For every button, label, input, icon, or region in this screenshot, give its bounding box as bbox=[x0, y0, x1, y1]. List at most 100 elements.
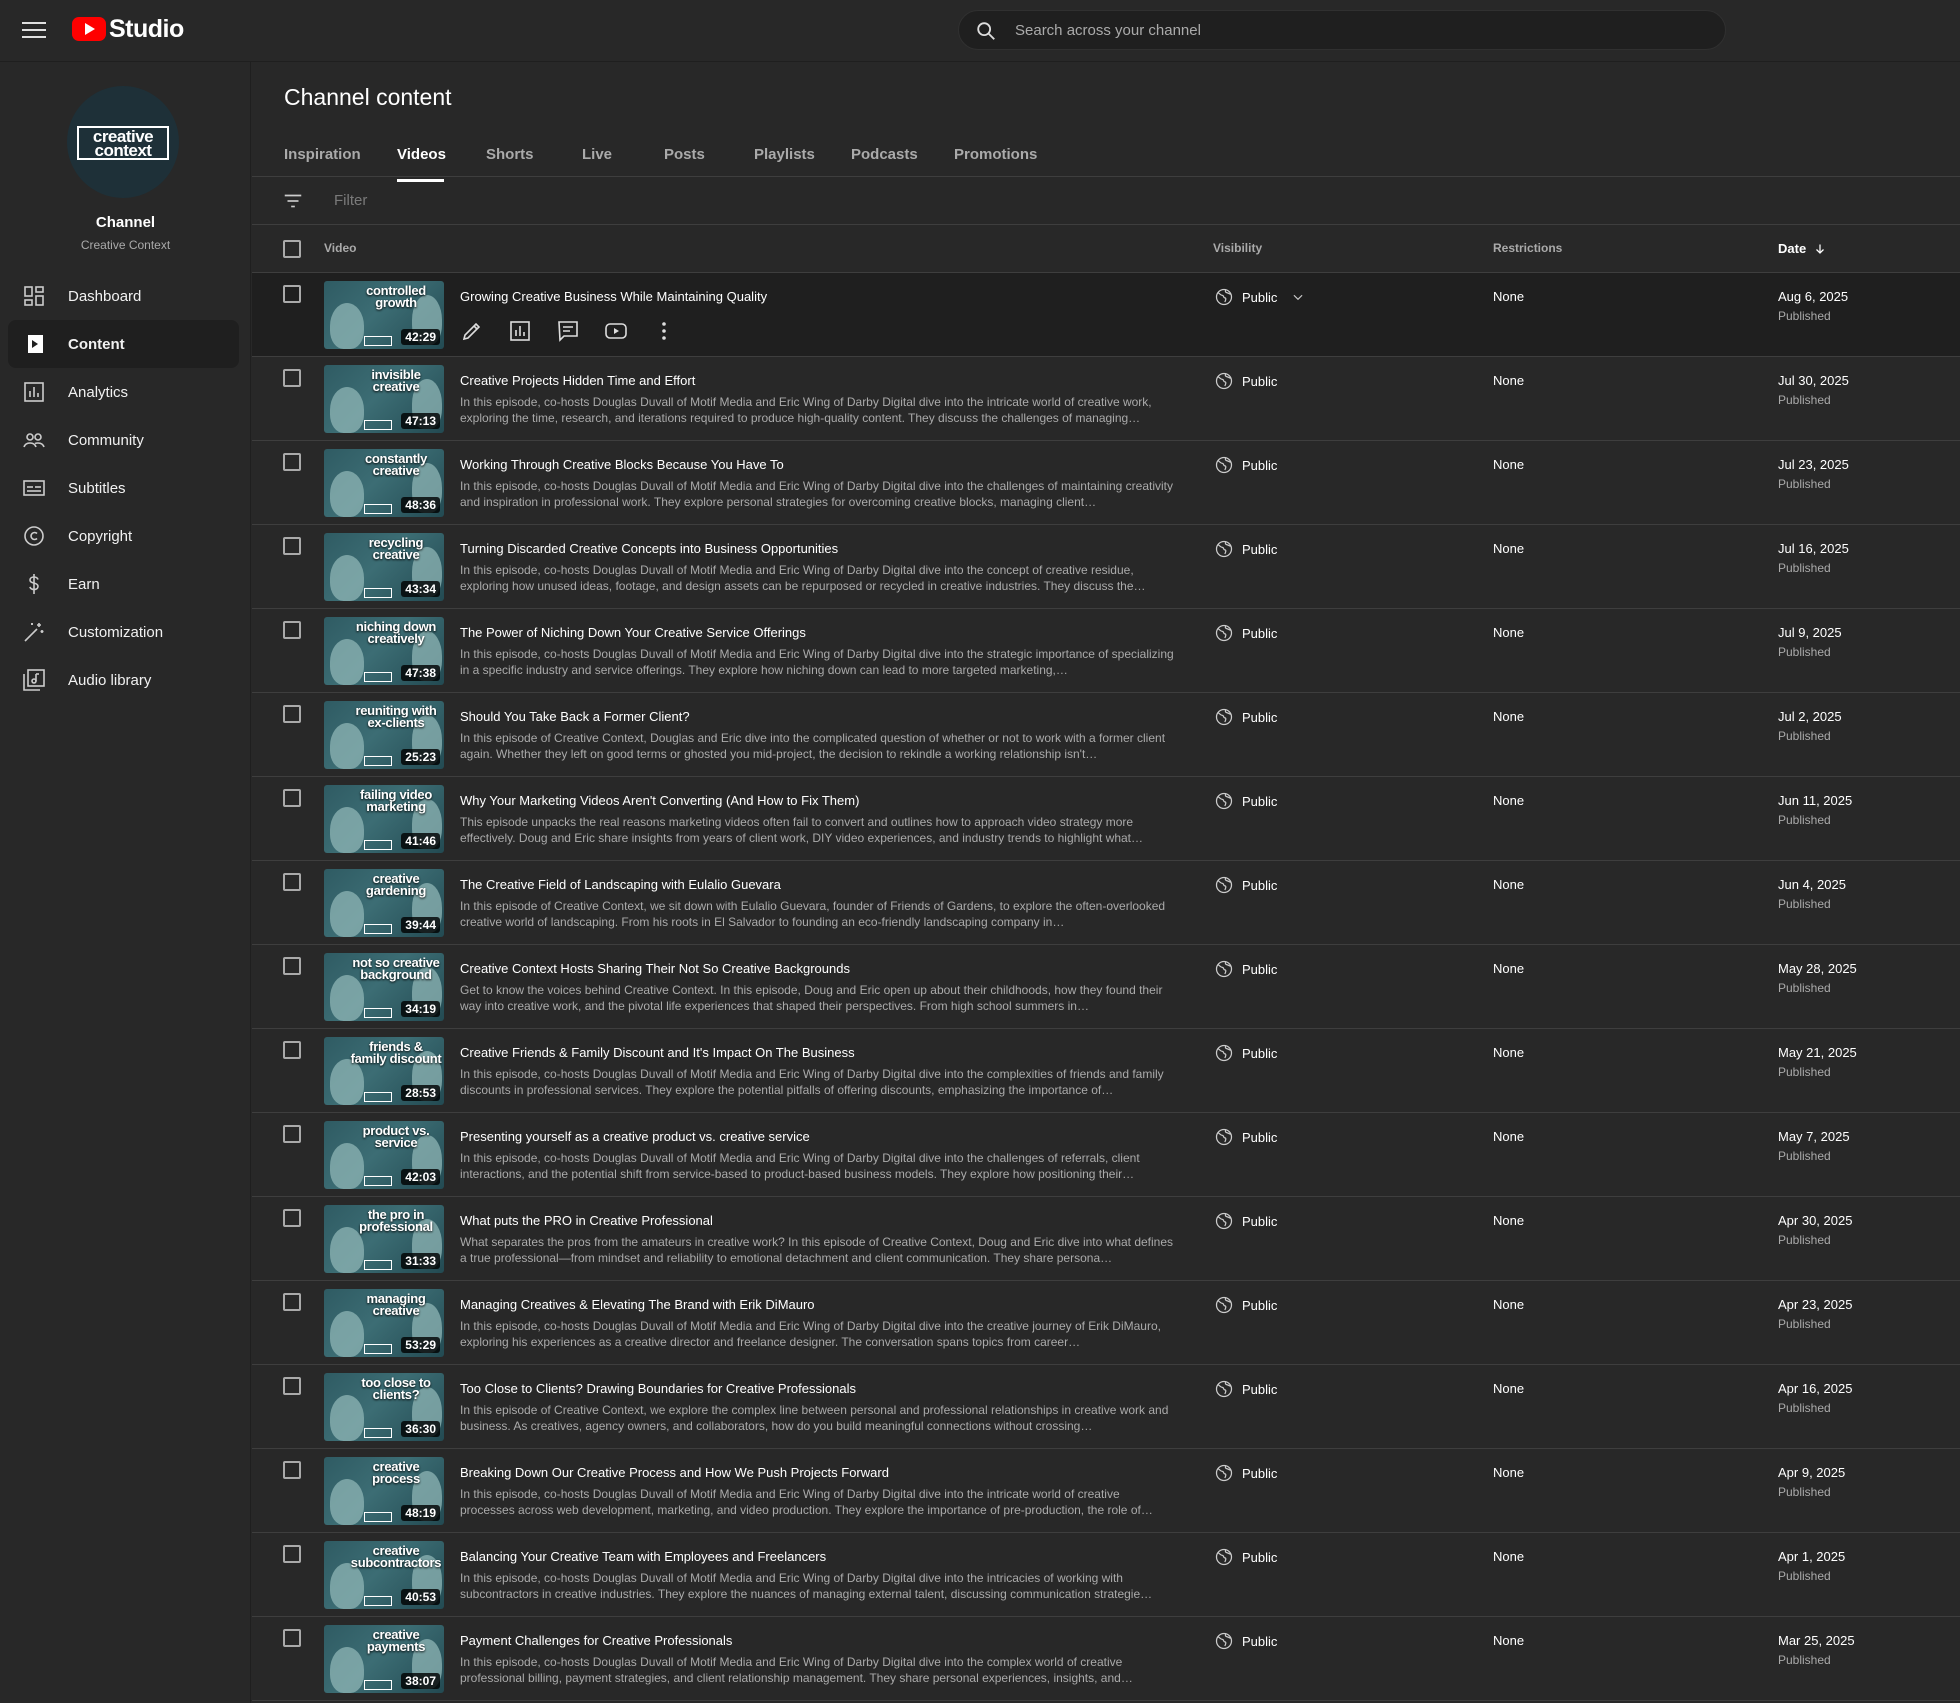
filter-input[interactable] bbox=[334, 177, 934, 223]
video-title[interactable]: The Power of Niching Down Your Creative … bbox=[460, 625, 806, 640]
visibility-cell[interactable]: Public bbox=[1214, 1127, 1277, 1147]
analytics-icon[interactable] bbox=[508, 319, 532, 343]
search-bar[interactable] bbox=[958, 10, 1726, 50]
row-checkbox[interactable] bbox=[283, 1545, 301, 1563]
video-title[interactable]: Breaking Down Our Creative Process and H… bbox=[460, 1465, 889, 1480]
video-thumbnail[interactable]: failing video marketing 41:46 bbox=[324, 785, 444, 853]
visibility-cell[interactable]: Public bbox=[1214, 1547, 1277, 1567]
table-row[interactable]: creative payments 38:07 Payment Challeng… bbox=[252, 1617, 1960, 1701]
sidebar-item-copyright[interactable]: Copyright bbox=[8, 512, 239, 560]
visibility-cell[interactable]: Public bbox=[1214, 959, 1277, 979]
video-title[interactable]: Presenting yourself as a creative produc… bbox=[460, 1129, 810, 1144]
tab-live[interactable]: Live bbox=[582, 138, 664, 178]
sidebar-item-analytics[interactable]: Analytics bbox=[8, 368, 239, 416]
video-thumbnail[interactable]: friends & family discount 28:53 bbox=[324, 1037, 444, 1105]
video-title[interactable]: Creative Friends & Family Discount and I… bbox=[460, 1045, 855, 1060]
column-header-video[interactable]: Video bbox=[324, 241, 356, 255]
table-row[interactable]: constantly creative 48:36 Working Throug… bbox=[252, 441, 1960, 525]
video-thumbnail[interactable]: too close to clients? 36:30 bbox=[324, 1373, 444, 1441]
comments-icon[interactable] bbox=[556, 319, 580, 343]
table-row[interactable]: invisible creative 47:13 Creative Projec… bbox=[252, 357, 1960, 441]
video-thumbnail[interactable]: niching down creatively 47:38 bbox=[324, 617, 444, 685]
tab-podcasts[interactable]: Podcasts bbox=[851, 138, 954, 178]
row-checkbox[interactable] bbox=[283, 285, 301, 303]
row-checkbox[interactable] bbox=[283, 1041, 301, 1059]
table-row[interactable]: controlled growth 42:29 Growing Creative… bbox=[252, 273, 1960, 357]
sidebar-item-content[interactable]: Content bbox=[8, 320, 239, 368]
video-thumbnail[interactable]: not so creative background 34:19 bbox=[324, 953, 444, 1021]
column-header-visibility[interactable]: Visibility bbox=[1213, 241, 1262, 255]
sidebar-item-subtitles[interactable]: Subtitles bbox=[8, 464, 239, 512]
visibility-cell[interactable]: Public bbox=[1214, 707, 1277, 727]
video-thumbnail[interactable]: controlled growth 42:29 bbox=[324, 281, 444, 349]
sidebar-item-earn[interactable]: Earn bbox=[8, 560, 239, 608]
tab-inspiration[interactable]: Inspiration bbox=[284, 138, 397, 178]
visibility-cell[interactable]: Public bbox=[1214, 371, 1277, 391]
video-thumbnail[interactable]: creative payments 38:07 bbox=[324, 1625, 444, 1693]
video-thumbnail[interactable]: invisible creative 47:13 bbox=[324, 365, 444, 433]
video-thumbnail[interactable]: creative process 48:19 bbox=[324, 1457, 444, 1525]
visibility-cell[interactable]: Public bbox=[1214, 875, 1277, 895]
video-title[interactable]: Creative Projects Hidden Time and Effort bbox=[460, 373, 695, 388]
row-checkbox[interactable] bbox=[283, 1377, 301, 1395]
video-title[interactable]: Growing Creative Business While Maintain… bbox=[460, 289, 767, 304]
video-thumbnail[interactable]: creative gardening 39:44 bbox=[324, 869, 444, 937]
video-thumbnail[interactable]: product vs. service 42:03 bbox=[324, 1121, 444, 1189]
tab-promotions[interactable]: Promotions bbox=[954, 138, 1064, 178]
channel-avatar[interactable]: creative context bbox=[67, 86, 179, 198]
filter-icon[interactable] bbox=[282, 190, 304, 212]
visibility-cell[interactable]: Public bbox=[1214, 1379, 1277, 1399]
visibility-cell[interactable]: Public bbox=[1214, 623, 1277, 643]
row-checkbox[interactable] bbox=[283, 957, 301, 975]
row-checkbox[interactable] bbox=[283, 453, 301, 471]
video-thumbnail[interactable]: creative subcontractors 40:53 bbox=[324, 1541, 444, 1609]
select-all-checkbox[interactable] bbox=[283, 240, 301, 258]
tab-shorts[interactable]: Shorts bbox=[486, 138, 582, 178]
table-row[interactable]: reuniting with ex-clients 25:23 Should Y… bbox=[252, 693, 1960, 777]
column-header-date[interactable]: Date bbox=[1778, 241, 1826, 256]
video-title[interactable]: Why Your Marketing Videos Aren't Convert… bbox=[460, 793, 859, 808]
row-checkbox[interactable] bbox=[283, 1629, 301, 1647]
video-thumbnail[interactable]: reuniting with ex-clients 25:23 bbox=[324, 701, 444, 769]
video-title[interactable]: Too Close to Clients? Drawing Boundaries… bbox=[460, 1381, 856, 1396]
pencil-icon[interactable] bbox=[460, 319, 484, 343]
row-checkbox[interactable] bbox=[283, 537, 301, 555]
table-row[interactable]: friends & family discount 28:53 Creative… bbox=[252, 1029, 1960, 1113]
table-row[interactable]: recycling creative 43:34 Turning Discard… bbox=[252, 525, 1960, 609]
tab-playlists[interactable]: Playlists bbox=[754, 138, 851, 178]
video-title[interactable]: Balancing Your Creative Team with Employ… bbox=[460, 1549, 826, 1564]
more-vert-icon[interactable] bbox=[652, 319, 676, 343]
row-checkbox[interactable] bbox=[283, 1293, 301, 1311]
table-row[interactable]: not so creative background 34:19 Creativ… bbox=[252, 945, 1960, 1029]
table-row[interactable]: product vs. service 42:03 Presenting you… bbox=[252, 1113, 1960, 1197]
video-title[interactable]: Should You Take Back a Former Client? bbox=[460, 709, 690, 724]
visibility-cell[interactable]: Public bbox=[1214, 1295, 1277, 1315]
video-title[interactable]: Working Through Creative Blocks Because … bbox=[460, 457, 784, 472]
visibility-cell[interactable]: Public bbox=[1214, 1043, 1277, 1063]
tab-posts[interactable]: Posts bbox=[664, 138, 754, 178]
table-row[interactable]: creative gardening 39:44 The Creative Fi… bbox=[252, 861, 1960, 945]
visibility-cell[interactable]: Public bbox=[1214, 791, 1277, 811]
row-checkbox[interactable] bbox=[283, 369, 301, 387]
visibility-cell[interactable]: Public bbox=[1214, 1463, 1277, 1483]
video-thumbnail[interactable]: recycling creative 43:34 bbox=[324, 533, 444, 601]
video-title[interactable]: Payment Challenges for Creative Professi… bbox=[460, 1633, 732, 1648]
row-checkbox[interactable] bbox=[283, 705, 301, 723]
video-title[interactable]: Managing Creatives & Elevating The Brand… bbox=[460, 1297, 815, 1312]
video-title[interactable]: The Creative Field of Landscaping with E… bbox=[460, 877, 781, 892]
visibility-cell[interactable]: Public bbox=[1214, 539, 1277, 559]
video-title[interactable]: Creative Context Hosts Sharing Their Not… bbox=[460, 961, 850, 976]
visibility-cell[interactable]: Public bbox=[1214, 455, 1277, 475]
visibility-cell[interactable]: Public bbox=[1214, 287, 1305, 307]
video-thumbnail[interactable]: managing creative 53:29 bbox=[324, 1289, 444, 1357]
video-title[interactable]: What puts the PRO in Creative Profession… bbox=[460, 1213, 713, 1228]
row-checkbox[interactable] bbox=[283, 1125, 301, 1143]
table-row[interactable]: creative process 48:19 Breaking Down Our… bbox=[252, 1449, 1960, 1533]
table-row[interactable]: too close to clients? 36:30 Too Close to… bbox=[252, 1365, 1960, 1449]
sidebar-item-audio-library[interactable]: Audio library bbox=[8, 656, 239, 704]
studio-logo[interactable]: Studio bbox=[72, 15, 184, 43]
search-input[interactable] bbox=[1015, 11, 1705, 49]
youtube-icon[interactable] bbox=[604, 319, 628, 343]
column-header-restrictions[interactable]: Restrictions bbox=[1493, 241, 1562, 255]
table-row[interactable]: creative subcontractors 40:53 Balancing … bbox=[252, 1533, 1960, 1617]
